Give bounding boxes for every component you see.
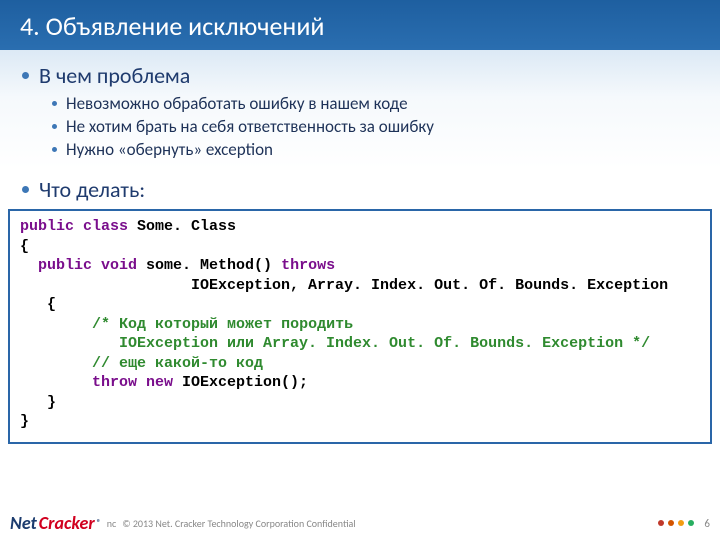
heading-solution: Что делать: (22, 176, 698, 203)
code-text: { (20, 296, 56, 313)
point-3-text: Нужно «обернуть» exception (66, 139, 273, 160)
point-2-text: Не хотим брать на себя ответственность з… (66, 116, 434, 137)
page-number: 6 (704, 517, 710, 530)
code-block: public class Some. Class { public void s… (8, 209, 712, 444)
bullet-icon (52, 101, 57, 106)
code-kw: public class (20, 218, 128, 235)
point-3: Нужно «обернуть» exception (52, 139, 698, 160)
footer: NetCracker® nc © 2013 Net. Cracker Techn… (10, 512, 710, 534)
code-comment: IOException или Array. Index. Out. Of. B… (20, 335, 650, 352)
code-comment: породить (272, 316, 353, 333)
code-text: Some. Class (128, 218, 236, 235)
bullet-icon (52, 147, 57, 152)
code-throws: throws (281, 257, 335, 274)
heading-problem-text: В чем проблема (39, 62, 190, 89)
code-comment: может (227, 316, 272, 333)
heading-problem: В чем проблема (22, 62, 698, 89)
logo-reg: ® (97, 518, 101, 528)
copyright: © 2013 Net. Cracker Technology Corporati… (122, 517, 355, 530)
code-comment: // еще какой-то код (20, 355, 263, 372)
code-text: } (20, 394, 56, 411)
point-2: Не хотим брать на себя ответственность з… (52, 116, 698, 137)
code-text: some. Method() (137, 257, 281, 274)
code-text: { (20, 238, 29, 255)
slide: 4. Объявление исключений В чем проблема … (0, 0, 720, 540)
code-text: } (20, 413, 29, 430)
dot-icon (678, 520, 684, 526)
logo: NetCracker® (10, 512, 101, 534)
bullet-icon (22, 72, 29, 79)
bullet-icon (52, 124, 57, 129)
logo-cracker: Cracker (39, 512, 95, 534)
code-kw: throw new (20, 374, 173, 391)
copyright-prefix: nc (107, 517, 116, 530)
code-comment: /* Код который (20, 316, 227, 333)
point-1-text: Невозможно обработать ошибку в нашем код… (66, 93, 408, 114)
bullet-icon (22, 186, 29, 193)
code-kw: public void (20, 257, 137, 274)
point-1: Невозможно обработать ошибку в нашем код… (52, 93, 698, 114)
code-text: IOException, Array. Index. Out. Of. Boun… (20, 277, 668, 294)
dot-icon (668, 520, 674, 526)
section-solution: Что делать: (0, 168, 720, 209)
logo-net: Net (10, 512, 37, 534)
section-problem: В чем проблема Невозможно обработать оши… (0, 50, 720, 168)
dot-icon (658, 520, 664, 526)
slide-title: 4. Объявление исключений (0, 0, 720, 50)
dot-icon (688, 520, 694, 526)
decorative-dots (658, 520, 694, 526)
heading-solution-text: Что делать: (39, 176, 145, 203)
code-text: IOException(); (173, 374, 308, 391)
